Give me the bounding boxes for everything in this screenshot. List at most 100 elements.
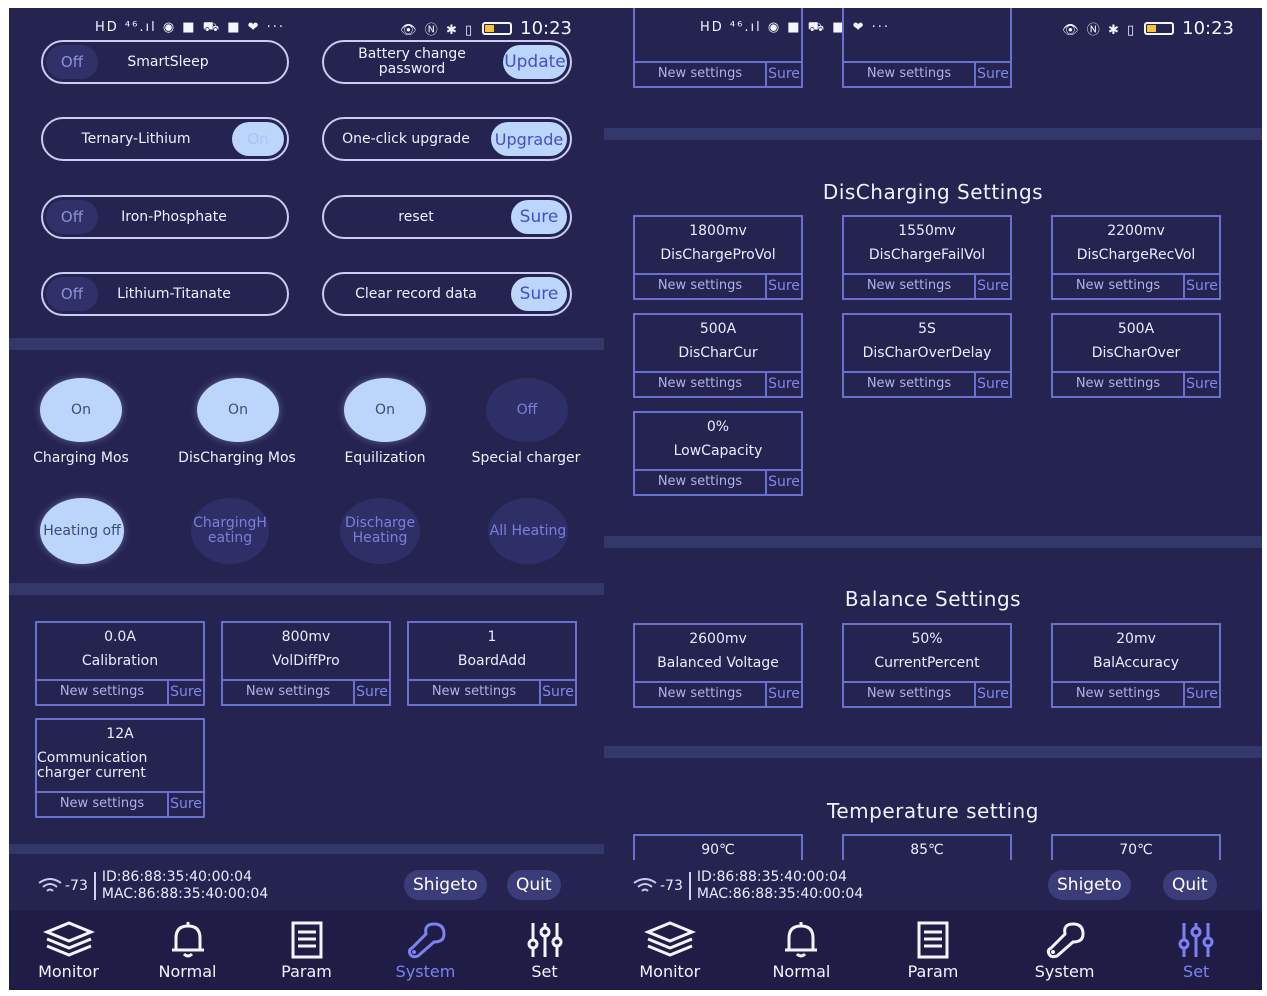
voldiffpro-card: 800mv VolDiffPro New settings Sure <box>221 621 391 706</box>
user-chip[interactable]: Shigeto <box>1048 870 1131 900</box>
tab-set[interactable]: Set <box>1141 920 1251 981</box>
equilization-label: Equilization <box>344 450 426 466</box>
new-settings-input[interactable]: New settings <box>1053 275 1183 298</box>
tab-set[interactable]: Set <box>490 920 600 981</box>
device-mac: MAC:86:88:35:40:00:04 <box>101 886 269 902</box>
new-settings-input[interactable]: New settings <box>635 275 765 298</box>
sure-button[interactable]: Sure <box>765 373 801 396</box>
bal-accuracy-card: 20mv BalAccuracy New settings Sure <box>1051 623 1221 708</box>
layers-icon <box>42 920 95 957</box>
sure-button[interactable]: Sure <box>1183 683 1219 706</box>
new-settings-input[interactable]: New settings <box>635 63 765 86</box>
section-divider <box>604 128 1262 140</box>
clear-record-row: Clear record data Sure <box>322 272 572 316</box>
toggle-knob[interactable]: Off <box>46 200 98 234</box>
tab-system[interactable]: System <box>371 920 481 981</box>
discharging-mos-switch[interactable]: On <box>197 378 279 442</box>
smartsleep-toggle[interactable]: Off SmartSleep <box>41 40 289 84</box>
wifi-icon <box>38 878 62 892</box>
bell-icon <box>171 921 204 957</box>
sure-button[interactable]: Sure <box>974 63 1010 86</box>
tab-monitor[interactable]: Monitor <box>14 920 124 981</box>
new-settings-input[interactable]: New settings <box>844 373 974 396</box>
sure-button[interactable]: Sure <box>765 275 801 298</box>
sure-button[interactable]: Sure <box>974 683 1010 706</box>
user-chip[interactable]: Shigeto <box>404 870 487 900</box>
low-capacity-card: 0% LowCapacity New settings Sure <box>633 411 803 496</box>
tab-param[interactable]: Param <box>252 920 362 981</box>
sure-button[interactable]: Sure <box>765 471 801 494</box>
clear-sure-button[interactable]: Sure <box>511 277 567 311</box>
toggle-knob[interactable]: Off <box>46 45 98 79</box>
heating-off-button[interactable]: Heating off <box>40 498 124 564</box>
tab-normal[interactable]: Normal <box>133 920 243 981</box>
sure-button[interactable]: Sure <box>353 681 389 704</box>
status-right-icons: 👁 Ⓝ ✱ ▯ <box>1062 22 1137 38</box>
sure-button[interactable]: Sure <box>974 275 1010 298</box>
current-percent-card: 50% CurrentPercent New settings Sure <box>842 623 1012 708</box>
new-settings-input[interactable]: New settings <box>37 793 167 816</box>
new-settings-input[interactable]: New settings <box>37 681 167 704</box>
tab-normal[interactable]: Normal <box>746 920 856 981</box>
wifi-icon <box>633 878 657 892</box>
temperature-setting-title: Temperature setting <box>827 799 1039 823</box>
sliders-icon <box>1178 922 1214 957</box>
quit-button[interactable]: Quit <box>507 870 561 900</box>
section-divider <box>604 746 1262 758</box>
charging-mos-label: Charging Mos <box>33 450 129 466</box>
document-icon <box>291 921 322 958</box>
new-settings-input[interactable]: New settings <box>635 471 765 494</box>
new-settings-input[interactable]: New settings <box>844 63 974 86</box>
document-icon <box>917 921 949 958</box>
special-charger-label: Special charger <box>471 450 581 466</box>
sure-button[interactable]: Sure <box>539 681 575 704</box>
sure-button[interactable]: Sure <box>1183 275 1219 298</box>
equilization-switch[interactable]: On <box>344 378 426 442</box>
dischargefailvol-card: 1550mv DisChargeFailVol New settings Sure <box>842 215 1012 300</box>
toggle-knob[interactable]: On <box>232 122 284 156</box>
tab-monitor[interactable]: Monitor <box>615 920 725 981</box>
new-settings-input[interactable]: New settings <box>409 681 539 704</box>
section-divider <box>9 844 604 854</box>
rssi-value: -73 <box>660 878 683 894</box>
sure-button[interactable]: Sure <box>167 681 203 704</box>
boardadd-card: 1 BoardAdd New settings Sure <box>407 621 577 706</box>
calibration-card: 0.0A Calibration New settings Sure <box>35 621 205 706</box>
sure-button[interactable]: Sure <box>1183 373 1219 396</box>
charging-mos-switch[interactable]: On <box>40 378 122 442</box>
dischar-over-delay-card: 5S DisCharOverDelay New settings Sure <box>842 313 1012 398</box>
new-settings-input[interactable]: New settings <box>1053 373 1183 396</box>
all-heating-button[interactable]: All Heating <box>488 498 568 564</box>
sure-button[interactable]: Sure <box>765 683 801 706</box>
quit-button[interactable]: Quit <box>1163 870 1217 900</box>
reset-sure-button[interactable]: Sure <box>511 200 567 234</box>
right-phone-screen: HD ⁴⁶.ıl ◉ ■ ⛟ ■ ❤ ··· 👁 Ⓝ ✱ ▯ 10:23 New… <box>604 8 1262 990</box>
sure-button[interactable]: Sure <box>765 63 801 86</box>
new-settings-input[interactable]: New settings <box>223 681 353 704</box>
battery-icon <box>1144 21 1175 35</box>
lithium-titanate-toggle[interactable]: Off Lithium-Titanate <box>41 272 289 316</box>
sure-button[interactable]: Sure <box>974 373 1010 396</box>
ternary-lithium-toggle[interactable]: Ternary-Lithium On <box>41 117 289 161</box>
new-settings-input[interactable]: New settings <box>635 373 765 396</box>
sure-button[interactable]: Sure <box>167 793 203 816</box>
upgrade-button[interactable]: Upgrade <box>491 122 567 156</box>
discharge-heating-button[interactable]: Discharge Heating <box>340 498 420 564</box>
iron-phosphate-toggle[interactable]: Off Iron-Phosphate <box>41 195 289 239</box>
one-click-upgrade-row: One-click upgrade Upgrade <box>322 117 572 161</box>
update-button[interactable]: Update <box>503 45 567 79</box>
new-settings-input[interactable]: New settings <box>844 275 974 298</box>
toggle-knob[interactable]: Off <box>46 277 98 311</box>
new-settings-input[interactable]: New settings <box>844 683 974 706</box>
tab-param[interactable]: Param <box>878 920 988 981</box>
balance-settings-title: Balance Settings <box>844 587 1022 611</box>
tab-system[interactable]: System <box>1010 920 1120 981</box>
new-settings-input[interactable]: New settings <box>635 683 765 706</box>
device-id: ID:86:88:35:40:00:04 <box>696 869 847 885</box>
special-charger-switch[interactable]: Off <box>486 378 568 442</box>
charger-current-card: 12A Communication charger current New se… <box>35 718 205 818</box>
dischar-over-card: 500A DisCharOver New settings Sure <box>1051 313 1221 398</box>
wrench-icon <box>407 921 446 958</box>
new-settings-input[interactable]: New settings <box>1053 683 1183 706</box>
charging-heating-button[interactable]: ChargingH eating <box>191 498 269 564</box>
